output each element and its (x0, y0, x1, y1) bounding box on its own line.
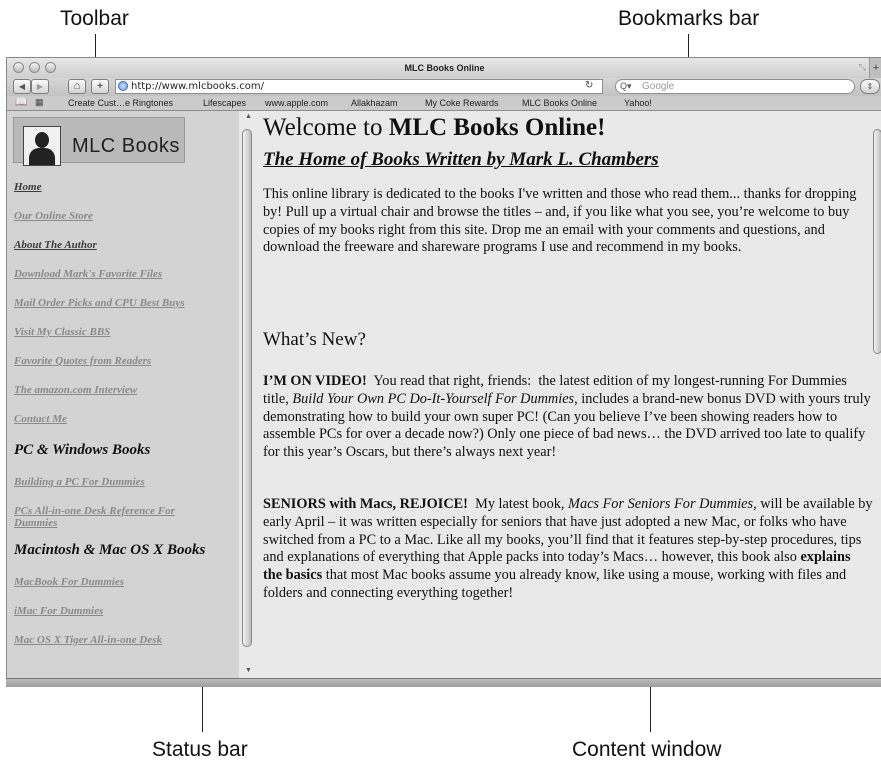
video-headline: I’M ON VIDEO! (263, 373, 367, 389)
grid-icon[interactable]: ▦ (35, 97, 44, 108)
sidebar-scrollbar[interactable] (242, 129, 252, 647)
bookmarks-bar: 📖 ▦ Create Cust…e Ringtones Lifescapes w… (7, 96, 881, 111)
bookmark-item[interactable]: MLC Books Online (522, 98, 597, 108)
bookmark-item[interactable]: Create Cust…e Ringtones (68, 98, 173, 108)
search-input[interactable]: Google (615, 79, 855, 94)
page-subtitle[interactable]: The Home of Books Written by Mark L. Cha… (263, 149, 659, 171)
nav-link-book[interactable]: Mac OS X Tiger All-in-one Desk (14, 634, 162, 646)
gear-icon: ⇕ (866, 82, 874, 91)
sidebar-frame: MLC Books Home Our Online Store About Th… (7, 111, 239, 678)
globe-icon (118, 81, 128, 91)
book-icon[interactable]: 📖 (15, 97, 27, 108)
content-window: MLC Books Home Our Online Store About Th… (7, 111, 881, 678)
bookmark-menu-button[interactable]: ⇕ (860, 79, 880, 94)
section-heading-pc: PC & Windows Books (14, 442, 151, 458)
nav-link-bbs[interactable]: Visit My Classic BBS (14, 326, 110, 338)
home-icon: ⌂ (73, 80, 81, 92)
page-title-bold: MLC Books Online! (388, 114, 606, 141)
browser-window: MLC Books Online ⤡ + ◀ ▶ ⌂ + http://www.… (6, 57, 881, 680)
bookmark-item[interactable]: Yahoo! (624, 98, 652, 108)
bookmark-item[interactable]: My Coke Rewards (425, 98, 499, 108)
title-bar[interactable]: MLC Books Online ⤡ + (7, 58, 881, 78)
main-scrollbar[interactable] (873, 129, 881, 354)
author-silhouette-icon (23, 126, 61, 166)
nav-link-interview[interactable]: The amazon.com Interview (14, 384, 137, 396)
site-logo[interactable]: MLC Books (13, 117, 185, 166)
status-bar (6, 678, 881, 687)
page-title: Welcome to MLC Books Online! (263, 114, 605, 142)
callout-bookmarks-bar: Bookmarks bar (618, 7, 760, 30)
back-arrow-icon: ◀ (18, 82, 26, 91)
reload-icon[interactable]: ↻ (585, 80, 593, 91)
nav-link-downloads[interactable]: Download Mark's Favorite Files (14, 268, 162, 280)
window-title: MLC Books Online (404, 63, 485, 73)
bookmark-item[interactable]: Lifescapes (203, 98, 246, 108)
forward-button[interactable]: ▶ (31, 79, 49, 94)
resize-icon: ⤡ (858, 62, 866, 72)
nav-link-book[interactable]: Building a PC For Dummies (14, 476, 145, 488)
nav-link-book[interactable]: PCs All-in-one Desk Reference For (14, 505, 175, 517)
nav-link-contact[interactable]: Contact Me (14, 413, 67, 425)
bookmark-item[interactable]: www.apple.com (265, 98, 328, 108)
page-title-prefix: Welcome to (263, 114, 389, 141)
nav-link-home[interactable]: Home (14, 181, 42, 193)
address-field[interactable]: http://www.mlcbooks.com/ (115, 79, 603, 94)
seniors-text: My latest book, (467, 496, 569, 512)
nav-link-book[interactable]: MacBook For Dummies (14, 576, 124, 588)
new-tab-button[interactable]: + (869, 58, 881, 78)
nav-link-quotes[interactable]: Favorite Quotes from Readers (14, 355, 151, 367)
scroll-up-icon[interactable]: ▲ (245, 113, 252, 120)
nav-link-about[interactable]: About The Author (14, 239, 97, 251)
callout-content-window: Content window (572, 738, 722, 761)
forward-arrow-icon: ▶ (36, 82, 44, 91)
video-paragraph: I’M ON VIDEO! You read that right, frien… (263, 373, 873, 462)
callout-toolbar: Toolbar (60, 7, 129, 30)
main-frame: Welcome to MLC Books Online! The Home of… (261, 111, 873, 678)
toolbar: ◀ ▶ ⌂ + http://www.mlcbooks.com/ ↻ Googl… (7, 78, 881, 96)
nav-link-store[interactable]: Our Online Store (14, 210, 93, 222)
back-button[interactable]: ◀ (13, 79, 31, 94)
seniors-headline: SENIORS with Macs, REJOICE! (263, 496, 468, 512)
section-heading-mac: Macintosh & Mac OS X Books (14, 542, 206, 558)
callout-status-line (202, 684, 203, 732)
callout-status-bar: Status bar (152, 738, 248, 761)
home-button[interactable]: ⌂ (68, 79, 86, 94)
search-icon[interactable]: Q▾ (620, 81, 632, 92)
nav-link-book[interactable]: iMac For Dummies (14, 605, 103, 617)
logo-text: MLC Books (72, 135, 180, 157)
nav-link-book[interactable]: Dummies (14, 517, 57, 529)
bookmark-item[interactable]: Allakhazam (351, 98, 398, 108)
seniors-book-title: Macs For Seniors For Dummies, (568, 496, 757, 512)
plus-icon: + (97, 81, 103, 92)
whats-new-heading: What’s New? (263, 329, 366, 350)
intro-paragraph: This online library is dedicated to the … (263, 186, 857, 256)
scroll-down-icon[interactable]: ▼ (245, 667, 252, 674)
add-bookmark-button[interactable]: + (91, 79, 109, 94)
video-book-title: Build Your Own PC Do-It-Yourself For Dum… (292, 390, 575, 407)
seniors-text: that most Mac books assume you already k… (263, 567, 847, 601)
nav-link-mail-order[interactable]: Mail Order Picks and CPU Best Buys (14, 297, 185, 309)
seniors-paragraph: SENIORS with Macs, REJOICE! My latest bo… (263, 496, 873, 603)
